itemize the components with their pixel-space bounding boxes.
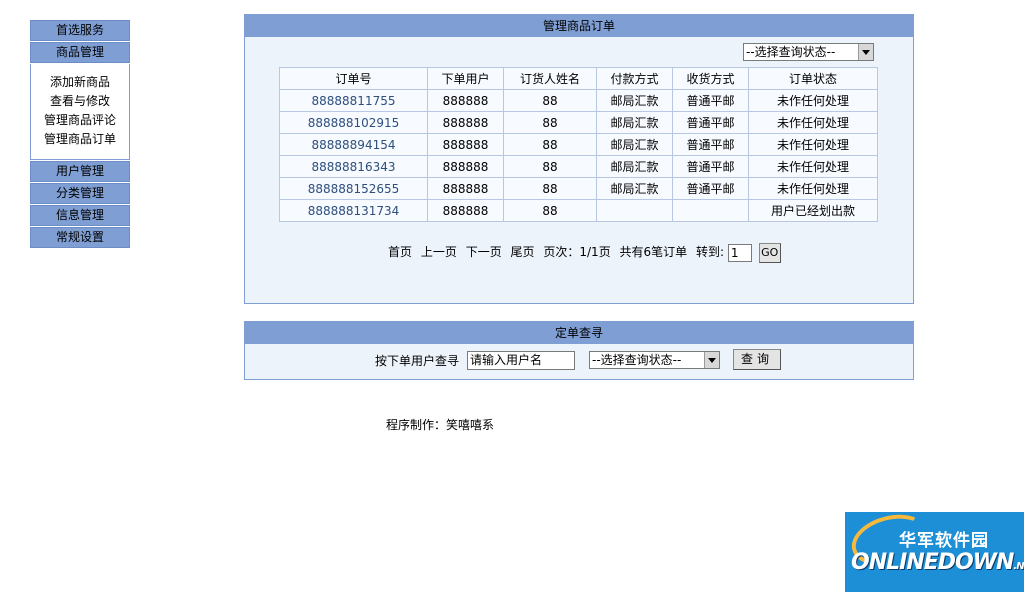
pager-goto-label: 转到: xyxy=(696,245,725,259)
order-id-link[interactable]: 888888131734 xyxy=(308,204,400,218)
page-number-input[interactable]: 1 xyxy=(727,243,752,262)
username-input[interactable]: 请输入用户名 xyxy=(467,351,575,370)
pager-last[interactable]: 尾页 xyxy=(511,245,535,259)
order-user: 888888 xyxy=(427,133,504,156)
search-by-user-label: 按下单用户查寻 xyxy=(375,354,460,368)
order-payment: 邮局汇款 xyxy=(596,155,673,178)
order-delivery: 普通平邮 xyxy=(672,133,749,156)
logo-net-suffix: .NET xyxy=(1013,561,1024,572)
table-row: 88888894154 888888 88 邮局汇款 普通平邮 未作任何处理 xyxy=(279,133,878,156)
order-status-select[interactable]: --选择查询状态-- xyxy=(743,43,874,61)
order-recipient: 88 xyxy=(503,155,597,178)
pager-page-count: 页次：1/1页 xyxy=(543,245,611,259)
chevron-down-icon[interactable] xyxy=(858,44,873,60)
order-status: 用户已经划出款 xyxy=(748,199,878,222)
sidebar-item-user-management[interactable]: 用户管理 xyxy=(30,161,130,182)
order-status: 未作任何处理 xyxy=(748,155,878,178)
pager-prev[interactable]: 上一页 xyxy=(421,245,457,259)
sidebar-item-category-management[interactable]: 分类管理 xyxy=(30,183,130,204)
program-credit: 程序制作：笑嘻嘻系 xyxy=(386,418,495,432)
pager-first[interactable]: 首页 xyxy=(388,245,412,259)
sidebar-item-preferred-services[interactable]: 首选服务 xyxy=(30,20,130,41)
order-payment: 邮局汇款 xyxy=(596,177,673,200)
onlinedown-logo: 华军软件园 ONLINEDOWN.NET xyxy=(845,512,1024,592)
order-delivery xyxy=(672,199,749,222)
order-id-link[interactable]: 88888816343 xyxy=(312,160,396,174)
table-row: 88888816343 888888 88 邮局汇款 普通平邮 未作任何处理 xyxy=(279,155,878,178)
order-id-link[interactable]: 88888894154 xyxy=(312,138,396,152)
order-payment xyxy=(596,199,673,222)
order-delivery: 普通平邮 xyxy=(672,155,749,178)
order-id-link[interactable]: 88888811755 xyxy=(312,94,396,108)
pager-total-orders: 共有6笔订单 xyxy=(619,245,688,259)
order-recipient: 88 xyxy=(503,177,597,200)
sidebar-item-general-settings[interactable]: 常规设置 xyxy=(30,227,130,248)
pager-next[interactable]: 下一页 xyxy=(466,245,502,259)
logo-chinese-text: 华军软件园 xyxy=(899,531,989,551)
pagination: 首页 上一页 下一页 尾页 页次：1/1页 共有6笔订单 转到: 1 GO xyxy=(388,241,781,263)
table-row: 888888102915 888888 88 邮局汇款 普通平邮 未作任何处理 xyxy=(279,111,878,134)
order-recipient: 88 xyxy=(503,133,597,156)
search-row: 按下单用户查寻 请输入用户名 xyxy=(375,350,575,372)
order-status-select-value: --选择查询状态-- xyxy=(746,45,836,59)
orders-table: 订单号 下单用户 订货人姓名 付款方式 收货方式 订单状态 8888881175… xyxy=(279,67,878,222)
order-recipient: 88 xyxy=(503,199,597,222)
order-id-link[interactable]: 888888102915 xyxy=(308,116,400,130)
sidebar-item-product-management[interactable]: 商品管理 xyxy=(30,42,130,63)
sidebar-link-manage-reviews[interactable]: 管理商品评论 xyxy=(31,111,129,130)
order-user: 888888 xyxy=(427,199,504,222)
order-delivery: 普通平邮 xyxy=(672,89,749,112)
orders-panel-title: 管理商品订单 xyxy=(245,15,913,37)
order-user: 888888 xyxy=(427,111,504,134)
order-user: 888888 xyxy=(427,89,504,112)
order-recipient: 88 xyxy=(503,89,597,112)
sidebar-link-manage-orders[interactable]: 管理商品订单 xyxy=(31,130,129,149)
order-search-panel: 定单查寻 按下单用户查寻 请输入用户名 --选择查询状态-- 查询 xyxy=(244,321,914,380)
order-status: 未作任何处理 xyxy=(748,89,878,112)
column-header-status: 订单状态 xyxy=(748,67,878,90)
order-user: 888888 xyxy=(427,155,504,178)
sidebar-submenu-products: 添加新商品 查看与修改 管理商品评论 管理商品订单 xyxy=(30,64,130,160)
logo-english-main: ONLINEDOWN xyxy=(851,550,1014,575)
search-panel-title: 定单查寻 xyxy=(245,322,913,344)
order-id-link[interactable]: 888888152655 xyxy=(308,182,400,196)
query-button[interactable]: 查询 xyxy=(733,349,781,370)
sidebar-item-info-management[interactable]: 信息管理 xyxy=(30,205,130,226)
order-payment: 邮局汇款 xyxy=(596,111,673,134)
sidebar-link-add-product[interactable]: 添加新商品 xyxy=(31,73,129,92)
sidebar-menu: 首选服务 商品管理 添加新商品 查看与修改 管理商品评论 管理商品订单 用户管理… xyxy=(30,20,130,249)
column-header-user: 下单用户 xyxy=(427,67,504,90)
orders-panel: 管理商品订单 --选择查询状态-- 订单号 下单用户 订货人姓名 付款方式 收货… xyxy=(244,14,914,304)
order-status: 未作任何处理 xyxy=(748,111,878,134)
order-status: 未作任何处理 xyxy=(748,177,878,200)
order-payment: 邮局汇款 xyxy=(596,89,673,112)
sidebar-link-view-edit[interactable]: 查看与修改 xyxy=(31,92,129,111)
order-user: 888888 xyxy=(427,177,504,200)
order-delivery: 普通平邮 xyxy=(672,177,749,200)
column-header-recipient: 订货人姓名 xyxy=(503,67,597,90)
logo-english-text: ONLINEDOWN.NET xyxy=(851,550,1024,575)
go-button[interactable]: GO xyxy=(758,242,781,263)
search-status-select-value: --选择查询状态-- xyxy=(592,353,682,367)
table-header-row: 订单号 下单用户 订货人姓名 付款方式 收货方式 订单状态 xyxy=(279,67,878,90)
order-payment: 邮局汇款 xyxy=(596,133,673,156)
order-delivery: 普通平邮 xyxy=(672,111,749,134)
chevron-down-icon[interactable] xyxy=(704,352,719,368)
search-status-select[interactable]: --选择查询状态-- xyxy=(589,351,720,369)
order-recipient: 88 xyxy=(503,111,597,134)
table-row: 88888811755 888888 88 邮局汇款 普通平邮 未作任何处理 xyxy=(279,89,878,112)
column-header-order-no: 订单号 xyxy=(279,67,428,90)
column-header-payment: 付款方式 xyxy=(596,67,673,90)
column-header-delivery: 收货方式 xyxy=(672,67,749,90)
order-status: 未作任何处理 xyxy=(748,133,878,156)
table-row: 888888152655 888888 88 邮局汇款 普通平邮 未作任何处理 xyxy=(279,177,878,200)
table-row: 888888131734 888888 88 用户已经划出款 xyxy=(279,199,878,222)
